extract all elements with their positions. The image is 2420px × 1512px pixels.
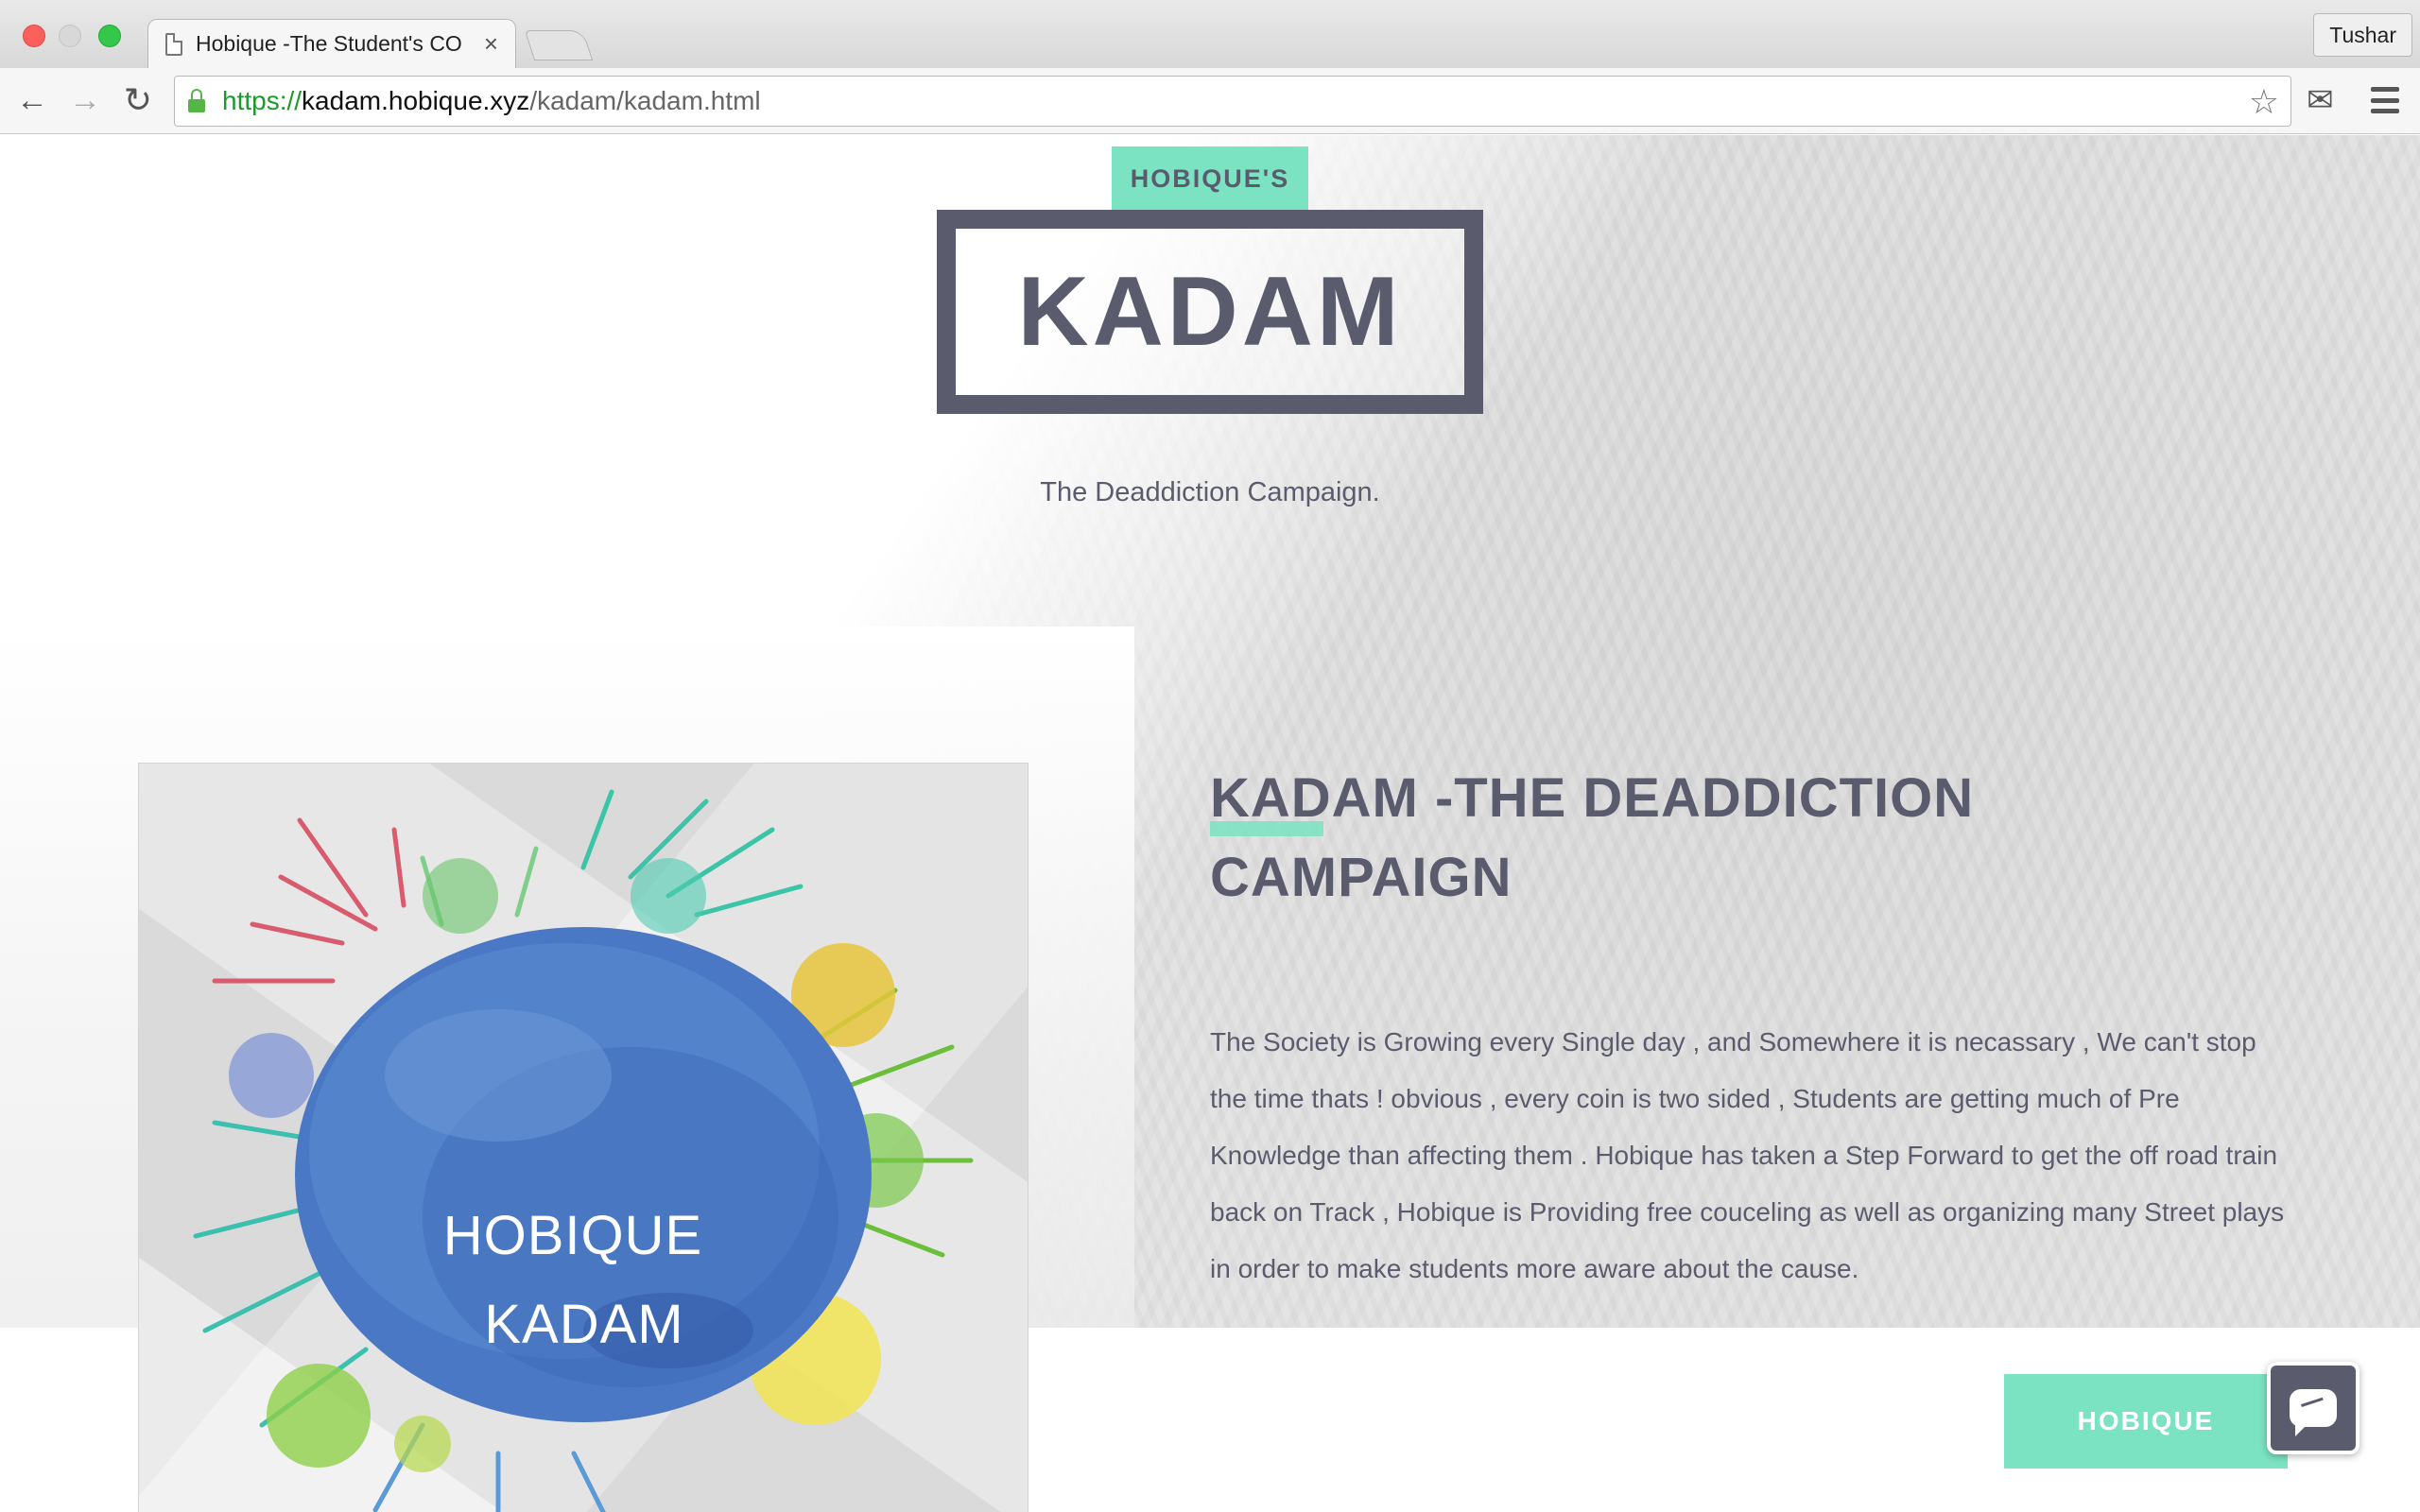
feature-image: HOBIQUE KADAM	[138, 763, 1028, 1512]
page-viewport: HOBIQUE'S KADAM The Deaddiction Campaign…	[0, 135, 2420, 1512]
forward-arrow-icon[interactable]: →	[64, 79, 106, 121]
tab-close-icon[interactable]: ×	[484, 29, 498, 59]
lock-icon	[188, 89, 205, 112]
minimize-window-button[interactable]	[59, 25, 81, 47]
brand-tag: HOBIQUE'S	[1112, 146, 1308, 211]
back-arrow-icon[interactable]: ←	[11, 79, 53, 121]
hamburger-menu-icon[interactable]	[2371, 87, 2399, 113]
tab-title: Hobique -The Student's CO	[196, 31, 462, 56]
hobique-button[interactable]: HOBIQUE	[2004, 1374, 2288, 1469]
browser-tab-active[interactable]: Hobique -The Student's CO ×	[147, 19, 516, 68]
url-host: kadam.hobique.xyz	[302, 86, 530, 115]
profile-button[interactable]: Tushar	[2313, 13, 2412, 57]
url-text[interactable]: https://kadam.hobique.xyz/kadam/kadam.ht…	[222, 86, 761, 116]
chat-widget-button[interactable]	[2267, 1362, 2360, 1454]
reload-icon[interactable]: ↻	[117, 79, 159, 121]
url-scheme: https://	[222, 86, 302, 115]
browser-toolbar: ← → ↻ https://kadam.hobique.xyz/kadam/ka…	[0, 68, 2420, 134]
browser-tab-bar: Hobique -The Student's CO × Tushar	[0, 0, 2420, 68]
image-text-kadam: KADAM	[484, 1294, 684, 1355]
address-bar[interactable]: https://kadam.hobique.xyz/kadam/kadam.ht…	[174, 76, 2291, 127]
chat-bubble-icon	[2290, 1389, 2337, 1436]
star-icon[interactable]: ☆	[2249, 82, 2279, 122]
new-tab-button[interactable]	[524, 30, 594, 60]
url-path: /kadam/kadam.html	[529, 86, 761, 115]
hero-subtitle: The Deaddiction Campaign.	[1040, 477, 1380, 507]
section-body-text: The Society is Growing every Single day …	[1210, 1027, 2285, 1283]
image-text-hobique: HOBIQUE	[442, 1205, 703, 1266]
section-heading: KADAM -THE DEADDICTION CAMPAIGN	[1210, 767, 1975, 908]
mail-icon[interactable]: ✉	[2307, 81, 2334, 119]
logo-box: KADAM	[937, 210, 1483, 414]
maximize-window-button[interactable]	[98, 25, 121, 47]
logo-title: KADAM	[1017, 256, 1403, 367]
close-window-button[interactable]	[23, 25, 45, 47]
watercolor-splash	[193, 789, 974, 1512]
document-icon	[165, 32, 182, 56]
